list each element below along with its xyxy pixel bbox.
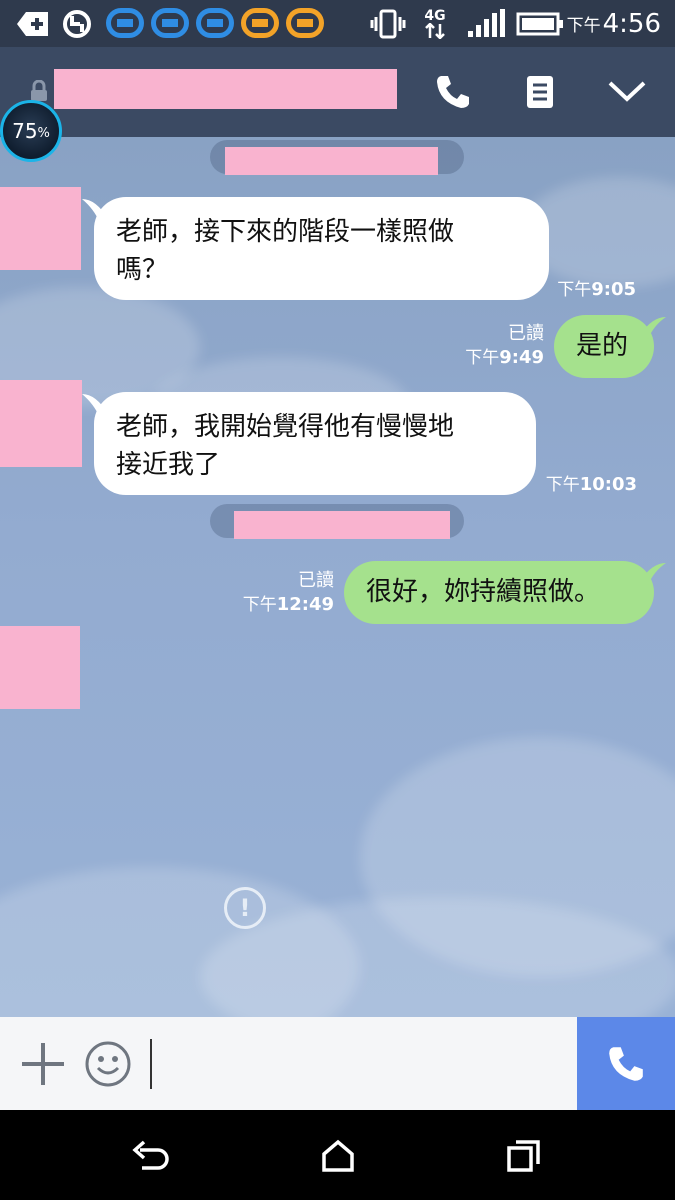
date-separator (210, 504, 464, 539)
time-value: 4:56 (602, 8, 661, 39)
bubble-tail (640, 317, 666, 339)
network-indicator: 4G (424, 0, 446, 47)
sync-icon (60, 0, 94, 47)
message-bubble-outgoing[interactable]: 很好，妳持續照做。 (344, 561, 654, 624)
call-button[interactable] (577, 1017, 675, 1110)
voice-call-button[interactable] (428, 67, 478, 117)
status-bar: 4G 下午 4:56 (0, 0, 675, 47)
notes-button[interactable] (515, 67, 565, 117)
s-logo-icon (106, 8, 144, 38)
emoji-button[interactable] (84, 1040, 132, 1088)
avatar[interactable] (0, 626, 80, 709)
message-meta: 已讀 下午9:49 (440, 322, 544, 370)
chat-area[interactable]: 老師，接下來的階段一樣照做 嗎？ 下午9:05 已讀 下午9:49 是的 老師，… (0, 137, 675, 1017)
avatar[interactable] (0, 380, 82, 467)
message-input-field[interactable] (150, 1039, 152, 1089)
battery-icon (516, 0, 564, 47)
message-bubble-incoming[interactable]: 老師，我開始覺得他有慢慢地 接近我了 (94, 392, 536, 495)
time-ampm: 下午 (566, 16, 601, 36)
back-button[interactable] (126, 1132, 174, 1180)
vibrate-icon (370, 0, 406, 47)
date-redacted (225, 147, 438, 175)
status-time: 下午 4:56 (567, 0, 661, 47)
s-logo-icon (196, 8, 234, 38)
recents-icon (507, 1140, 540, 1172)
notes-icon (527, 76, 553, 108)
date-redacted (234, 511, 450, 539)
message-text: 很好，妳持續照做。 (366, 577, 601, 607)
signal-icon (466, 0, 506, 47)
read-receipt: 已讀 (508, 323, 544, 344)
phone-icon (437, 76, 469, 108)
message-text: 老師，接下來的階段一樣照做 (116, 217, 455, 247)
date-separator (210, 140, 464, 175)
add-notification-icon (16, 0, 50, 47)
battery-percentage-badge[interactable]: 75% (0, 100, 62, 162)
message-text: 是的 (576, 331, 629, 361)
navigation-bar (0, 1110, 675, 1200)
chat-title-redacted (54, 69, 397, 109)
message-input-bar (0, 1017, 675, 1110)
recents-button[interactable] (500, 1132, 548, 1180)
s-logo-icon (286, 8, 324, 38)
alert-icon[interactable]: ! (224, 887, 266, 929)
badge-value: 75 (12, 119, 38, 143)
message-meta: 已讀 下午12:49 (220, 569, 334, 617)
s-logo-icon (241, 8, 279, 38)
call-icon (609, 1046, 643, 1081)
home-button[interactable] (314, 1132, 362, 1180)
attach-button[interactable] (20, 1041, 66, 1087)
back-icon (132, 1140, 169, 1170)
message-bubble-outgoing[interactable]: 是的 (554, 315, 654, 378)
message-time: 下午10:03 (545, 474, 637, 495)
message-text: 老師，我開始覺得他有慢慢地 (116, 412, 455, 442)
chat-header (0, 47, 675, 137)
chevron-down-icon (608, 81, 646, 102)
message-time: 下午9:05 (557, 279, 636, 300)
message-text: 接近我了 (116, 450, 221, 480)
message-bubble-incoming[interactable]: 老師，接下來的階段一樣照做 嗎？ (94, 197, 549, 300)
menu-toggle-button[interactable] (602, 67, 652, 117)
emoji-icon (85, 1041, 131, 1087)
bubble-tail (640, 563, 666, 585)
avatar[interactable] (0, 187, 81, 270)
home-icon (322, 1139, 354, 1172)
s-logo-icon (151, 8, 189, 38)
badge-unit: % (37, 125, 50, 141)
read-receipt: 已讀 (298, 570, 334, 591)
message-text: 嗎？ (116, 255, 169, 285)
plus-icon (22, 1043, 64, 1085)
